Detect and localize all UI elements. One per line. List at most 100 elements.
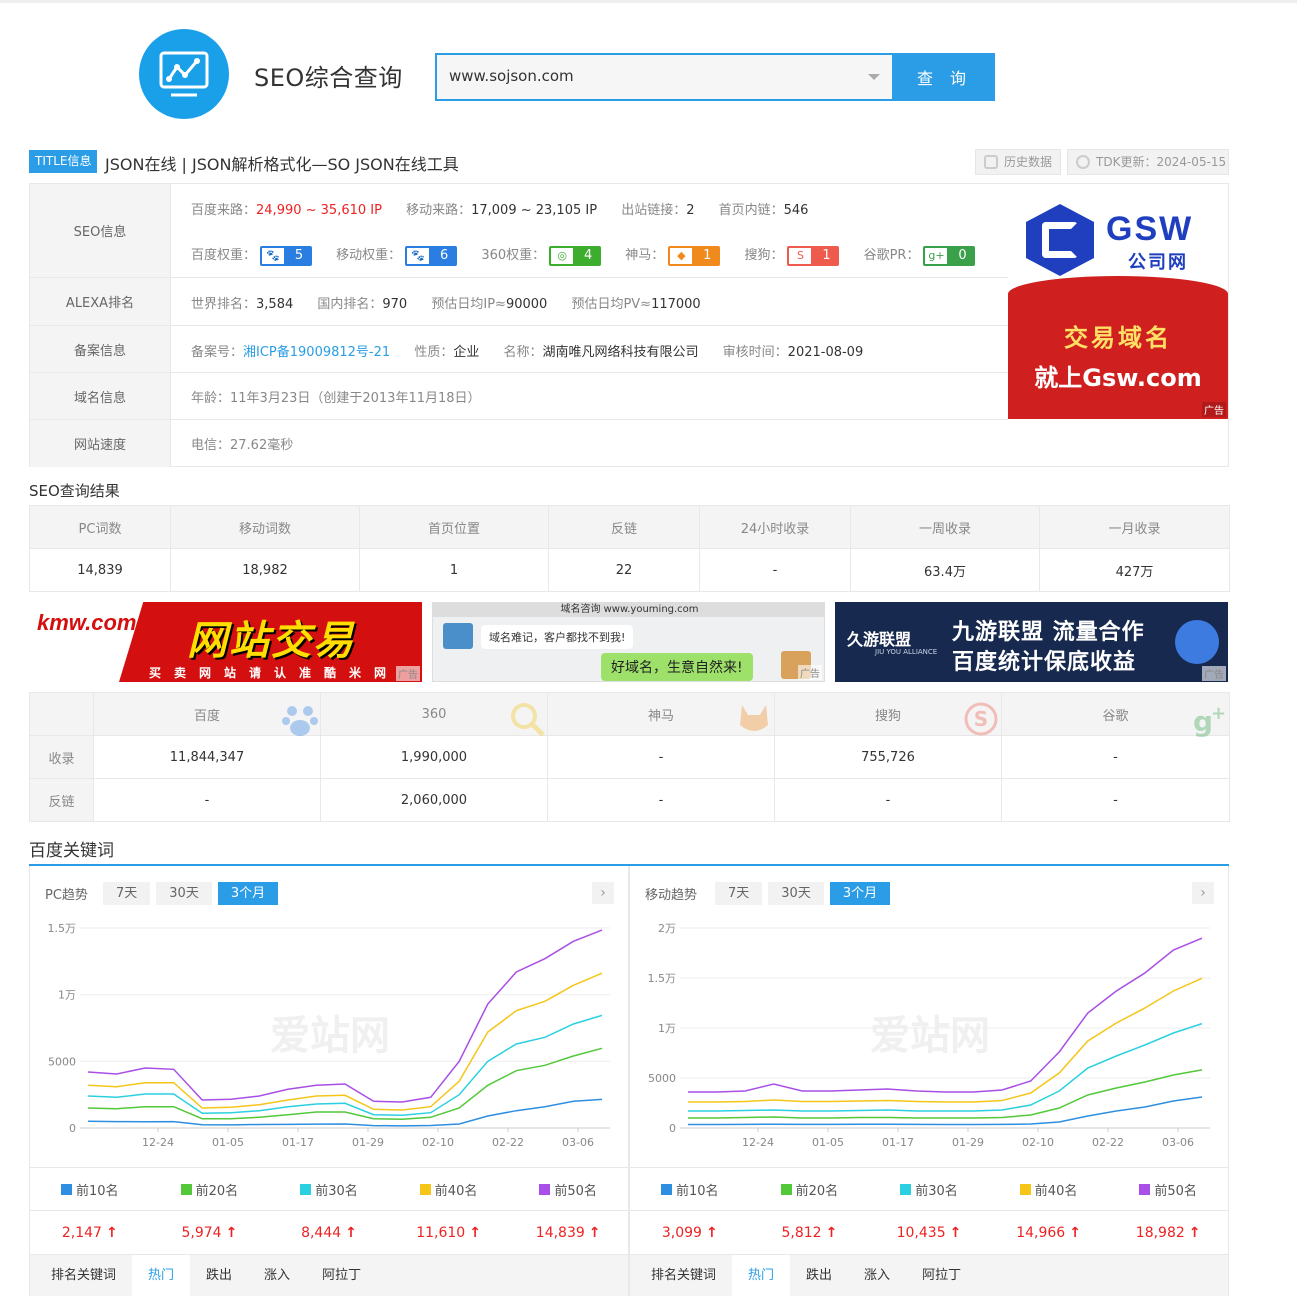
tab-hot[interactable]: 热门 bbox=[732, 1255, 791, 1296]
svg-text:S: S bbox=[974, 707, 988, 731]
tab-3-months[interactable]: 3个月 bbox=[829, 882, 891, 905]
tdk-update-button[interactable]: TDK更新：2024-05-15 bbox=[1067, 149, 1229, 175]
legend-top20[interactable]: 前20名 bbox=[750, 1168, 870, 1210]
count-top30[interactable]: 8,444 ↑ bbox=[269, 1211, 389, 1254]
engine-sogou-label: 搜狗 bbox=[874, 708, 901, 724]
banner-jiuyou[interactable]: 久游联盟 JIU YOU ALLIANCE 九游联盟 流量合作 百度统计保底收益… bbox=[835, 602, 1228, 682]
pc-trend-chart: 爱站网 0 5000 1万 1.5万 12-24 01-05 01-17 01-29 02-10 0… bbox=[48, 922, 610, 1149]
pc-keyword-tabs: 排名关键词 热门 跌出 涨入 阿拉丁 bbox=[30, 1255, 628, 1296]
month-index-value: 427万 bbox=[1039, 548, 1230, 592]
pc-words-value[interactable]: 14,839 bbox=[29, 548, 171, 592]
tab-7-days[interactable]: 7天 bbox=[103, 882, 151, 905]
legend-top30[interactable]: 前30名 bbox=[869, 1168, 989, 1210]
paw-icon bbox=[282, 706, 318, 736]
count-value: 10,435 bbox=[896, 1224, 946, 1241]
baidu-backlinks-value: - bbox=[93, 778, 321, 822]
mobile-trend-chart: 爱站网 0 5000 1万 1.5万 2万 12-24 01-05 01-17 01-29 02-1… bbox=[648, 922, 1210, 1149]
google-index-value: - bbox=[1001, 735, 1230, 779]
tab-ranking-keywords[interactable]: 排名关键词 bbox=[30, 1255, 132, 1296]
google-pr-badge[interactable]: g+ 0 bbox=[923, 245, 976, 266]
banner-kmw[interactable]: kmw.com 网站交易 买卖网站请认准酷米网 广告 bbox=[29, 602, 422, 682]
pc-range-tabs: 7天 30天 3个月 bbox=[103, 882, 279, 905]
col-mobile-words: 移动词数 bbox=[170, 505, 360, 549]
count-top30[interactable]: 10,435 ↑ bbox=[869, 1211, 989, 1254]
legend-top10[interactable]: 前10名 bbox=[630, 1168, 750, 1210]
count-top20[interactable]: 5,812 ↑ bbox=[750, 1211, 870, 1254]
search-box[interactable] bbox=[435, 53, 894, 101]
legend-label: 前50名 bbox=[1154, 1183, 1197, 1199]
mobile-trend-title: 移动趋势 bbox=[645, 888, 698, 903]
tab-7-days[interactable]: 7天 bbox=[715, 882, 763, 905]
legend-top40[interactable]: 前40名 bbox=[389, 1168, 509, 1210]
label-seo-info: SEO信息 bbox=[30, 184, 171, 277]
chevron-right-icon[interactable]: › bbox=[1192, 882, 1214, 904]
history-data-button[interactable]: 历史数据 bbox=[975, 149, 1061, 175]
legend-label: 前40名 bbox=[1034, 1183, 1078, 1199]
tab-3-months[interactable]: 3个月 bbox=[217, 882, 279, 905]
label-alexa: ALEXA排名 bbox=[30, 278, 171, 325]
banner-youming[interactable]: 域名咨询 www.youming.com 域名难记，客户都找不到我! 好域名，生… bbox=[432, 602, 825, 682]
engine-shenma: 神马 bbox=[547, 692, 775, 736]
ad-mark: 广告 bbox=[1202, 402, 1226, 417]
tab-ranking-keywords[interactable]: 排名关键词 bbox=[630, 1255, 732, 1296]
legend-swatch bbox=[1139, 1183, 1151, 1195]
arrow-up-icon: ↑ bbox=[225, 1224, 238, 1241]
count-top40[interactable]: 11,610 ↑ bbox=[389, 1211, 509, 1254]
dropdown-caret-icon[interactable] bbox=[868, 74, 880, 80]
engine-baidu: 百度 bbox=[93, 692, 321, 736]
domain-age-value: 11年3月23日（创建于2013年11月18日） bbox=[230, 391, 481, 406]
icp-link[interactable]: 湘ICP备19009812号-21 bbox=[243, 345, 390, 360]
legend-top10[interactable]: 前10名 bbox=[30, 1168, 150, 1210]
count-top40[interactable]: 14,966 ↑ bbox=[989, 1211, 1109, 1254]
count-top10[interactable]: 3,099 ↑ bbox=[630, 1211, 750, 1254]
refresh-icon bbox=[1076, 155, 1090, 169]
weight-label-mobile: 移动权重： bbox=[336, 248, 402, 263]
tab-hot[interactable]: 热门 bbox=[132, 1255, 191, 1296]
gsw-brand-sub: 公司网 bbox=[1128, 252, 1188, 273]
y-tick-label: 0 bbox=[69, 1122, 76, 1135]
mobile-weight-badge[interactable]: 🐾 6 bbox=[405, 245, 458, 266]
360-icon: ◎ bbox=[549, 245, 576, 266]
weight-label-baidu: 百度权重： bbox=[191, 248, 257, 263]
backlinks-value[interactable]: 22 bbox=[548, 548, 700, 592]
360-backlinks-value[interactable]: 2,060,000 bbox=[320, 778, 548, 822]
est-pv-value: 117000 bbox=[651, 297, 701, 312]
jiuyou-badge-icon bbox=[1175, 620, 1219, 664]
mobile-words-value[interactable]: 18,982 bbox=[170, 548, 360, 592]
tab-gained[interactable]: 涨入 bbox=[848, 1255, 906, 1296]
layers-icon bbox=[984, 155, 998, 169]
tab-aladdin[interactable]: 阿拉丁 bbox=[906, 1255, 977, 1296]
sogou-index-value[interactable]: 755,726 bbox=[774, 735, 1002, 779]
count-top20[interactable]: 5,974 ↑ bbox=[150, 1211, 270, 1254]
sogou-weight-badge[interactable]: S1 bbox=[787, 245, 840, 266]
360-index-value[interactable]: 1,990,000 bbox=[320, 735, 548, 779]
legend-top50[interactable]: 前50名 bbox=[508, 1168, 628, 1210]
legend-top20[interactable]: 前20名 bbox=[150, 1168, 270, 1210]
icp-line: 备案号：湘ICP备19009812号-21 性质：企业 名称：湖南唯凡网络科技有… bbox=[191, 341, 863, 360]
tab-aladdin[interactable]: 阿拉丁 bbox=[306, 1255, 377, 1296]
count-top10[interactable]: 2,147 ↑ bbox=[30, 1211, 150, 1254]
count-top50[interactable]: 14,839 ↑ bbox=[508, 1211, 628, 1254]
tab-dropped[interactable]: 跌出 bbox=[190, 1255, 248, 1296]
baidu-weight-badge[interactable]: 🐾 5 bbox=[260, 245, 313, 266]
tab-gained[interactable]: 涨入 bbox=[248, 1255, 306, 1296]
sogou-icon: S bbox=[964, 702, 998, 736]
gsw-ad[interactable]: GSW 公司网 交易域名 就上Gsw.com 广告 bbox=[1008, 184, 1228, 419]
arrow-up-icon: ↑ bbox=[1188, 1224, 1201, 1241]
legend-top50[interactable]: 前50名 bbox=[1108, 1168, 1228, 1210]
shenma-weight-badge[interactable]: ◆ 1 bbox=[668, 245, 721, 266]
chevron-right-icon[interactable]: › bbox=[592, 882, 614, 904]
est-ip-value: 90000 bbox=[505, 297, 548, 312]
legend-top30[interactable]: 前30名 bbox=[269, 1168, 389, 1210]
search-input[interactable] bbox=[449, 67, 849, 85]
baidu-index-value[interactable]: 11,844,347 bbox=[93, 735, 321, 779]
arrow-up-icon: ↑ bbox=[469, 1224, 481, 1241]
search-button[interactable]: 查 询 bbox=[894, 53, 995, 101]
tab-dropped[interactable]: 跌出 bbox=[790, 1255, 848, 1296]
360-weight-badge[interactable]: ◎ 4 bbox=[549, 245, 602, 266]
legend-top40[interactable]: 前40名 bbox=[989, 1168, 1109, 1210]
count-top50[interactable]: 18,982 ↑ bbox=[1108, 1211, 1228, 1254]
tab-30-days[interactable]: 30天 bbox=[156, 882, 212, 905]
tab-30-days[interactable]: 30天 bbox=[768, 882, 824, 905]
seo-result-table: PC词数 移动词数 首页位置 反链 24小时收录 一周收录 一月收录 14,83… bbox=[29, 505, 1230, 592]
